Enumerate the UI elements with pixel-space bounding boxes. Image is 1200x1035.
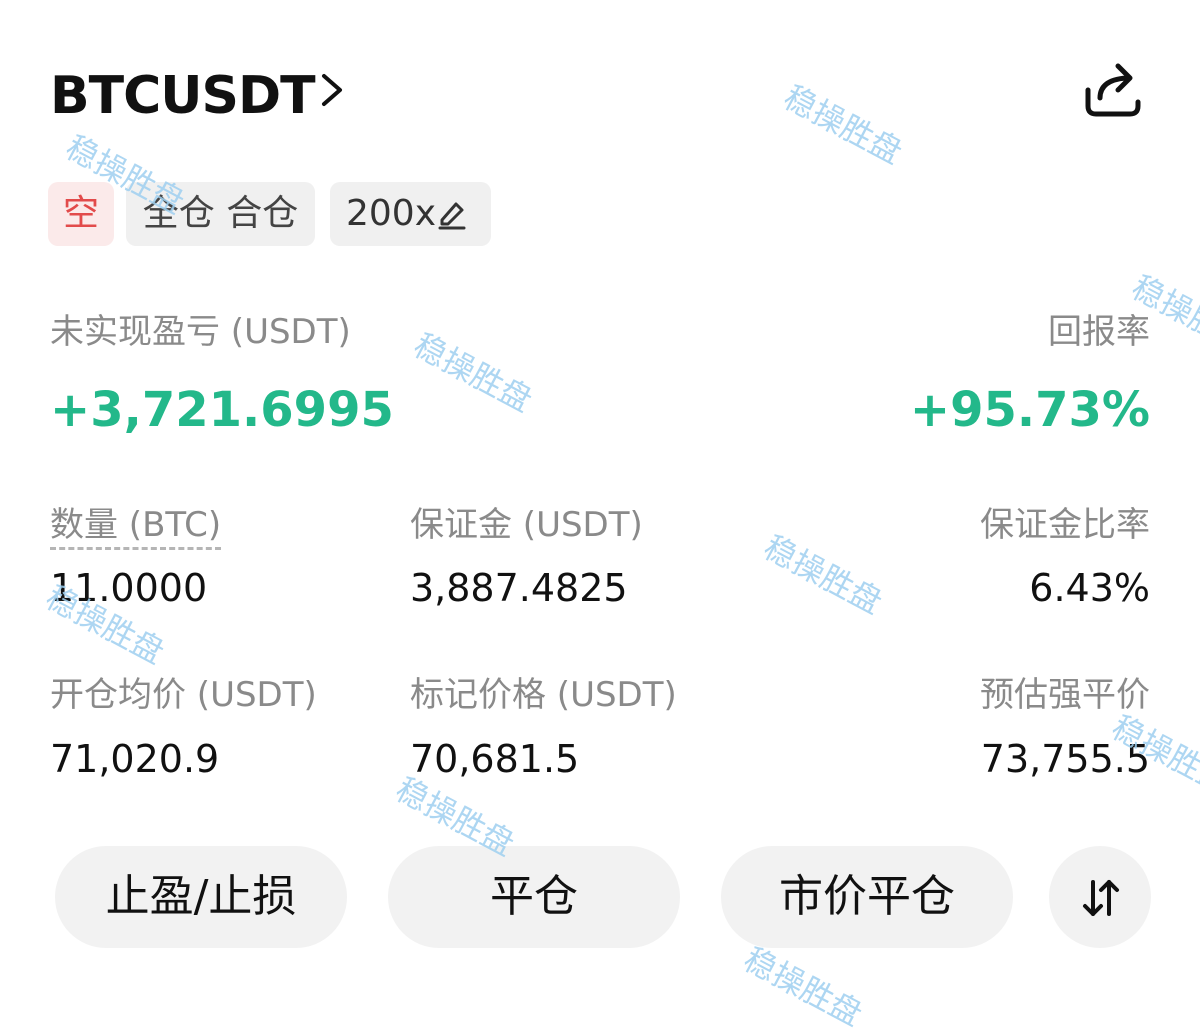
quantity-value: 11.0000 (50, 566, 208, 610)
margin-value: 3,887.4825 (410, 566, 628, 610)
mark-price-label: 标记价格 (USDT) (410, 675, 677, 715)
edit-pencil-icon[interactable] (438, 198, 466, 230)
quantity-label[interactable]: 数量 (BTC) (50, 505, 222, 550)
leverage-value: 200x (346, 193, 437, 234)
roe-value: +95.73% (909, 382, 1150, 438)
leverage-badge[interactable]: 200x (330, 182, 491, 246)
margin-mode-badge[interactable]: 全仓 合仓 (126, 182, 315, 246)
roe-label: 回报率 (1048, 312, 1150, 352)
tp-sl-button[interactable]: 止盈/止损 (55, 846, 347, 948)
liquidation-price-label: 预估强平价 (980, 675, 1150, 715)
market-close-button[interactable]: 市价平仓 (721, 846, 1013, 948)
reverse-position-button[interactable] (1049, 846, 1151, 948)
watermark: 稳操胜盘 (407, 325, 539, 420)
share-icon[interactable] (1082, 58, 1144, 120)
unrealized-pnl-value: +3,721.6995 (50, 382, 394, 438)
entry-price-label: 开仓均价 (USDT) (50, 675, 317, 715)
close-position-button[interactable]: 平仓 (388, 846, 680, 948)
margin-label: 保证金 (USDT) (410, 505, 643, 545)
liquidation-price-value: 73,755.5 (980, 737, 1150, 781)
watermark: 稳操胜盘 (777, 77, 909, 172)
quantity-label-text: 数量 (BTC) (50, 505, 222, 550)
entry-price-value: 71,020.9 (50, 737, 220, 781)
watermark: 稳操胜盘 (757, 527, 889, 622)
position-side-badge: 空 (48, 182, 114, 246)
chevron-right-icon[interactable] (314, 70, 350, 110)
symbol-title[interactable]: BTCUSDT (50, 66, 316, 126)
swap-arrows-icon (1083, 880, 1119, 916)
margin-ratio-value: 6.43% (1029, 566, 1150, 610)
mark-price-value: 70,681.5 (410, 737, 580, 781)
unrealized-pnl-label: 未实现盈亏 (USDT) (50, 312, 351, 352)
margin-ratio-label: 保证金比率 (980, 505, 1150, 545)
